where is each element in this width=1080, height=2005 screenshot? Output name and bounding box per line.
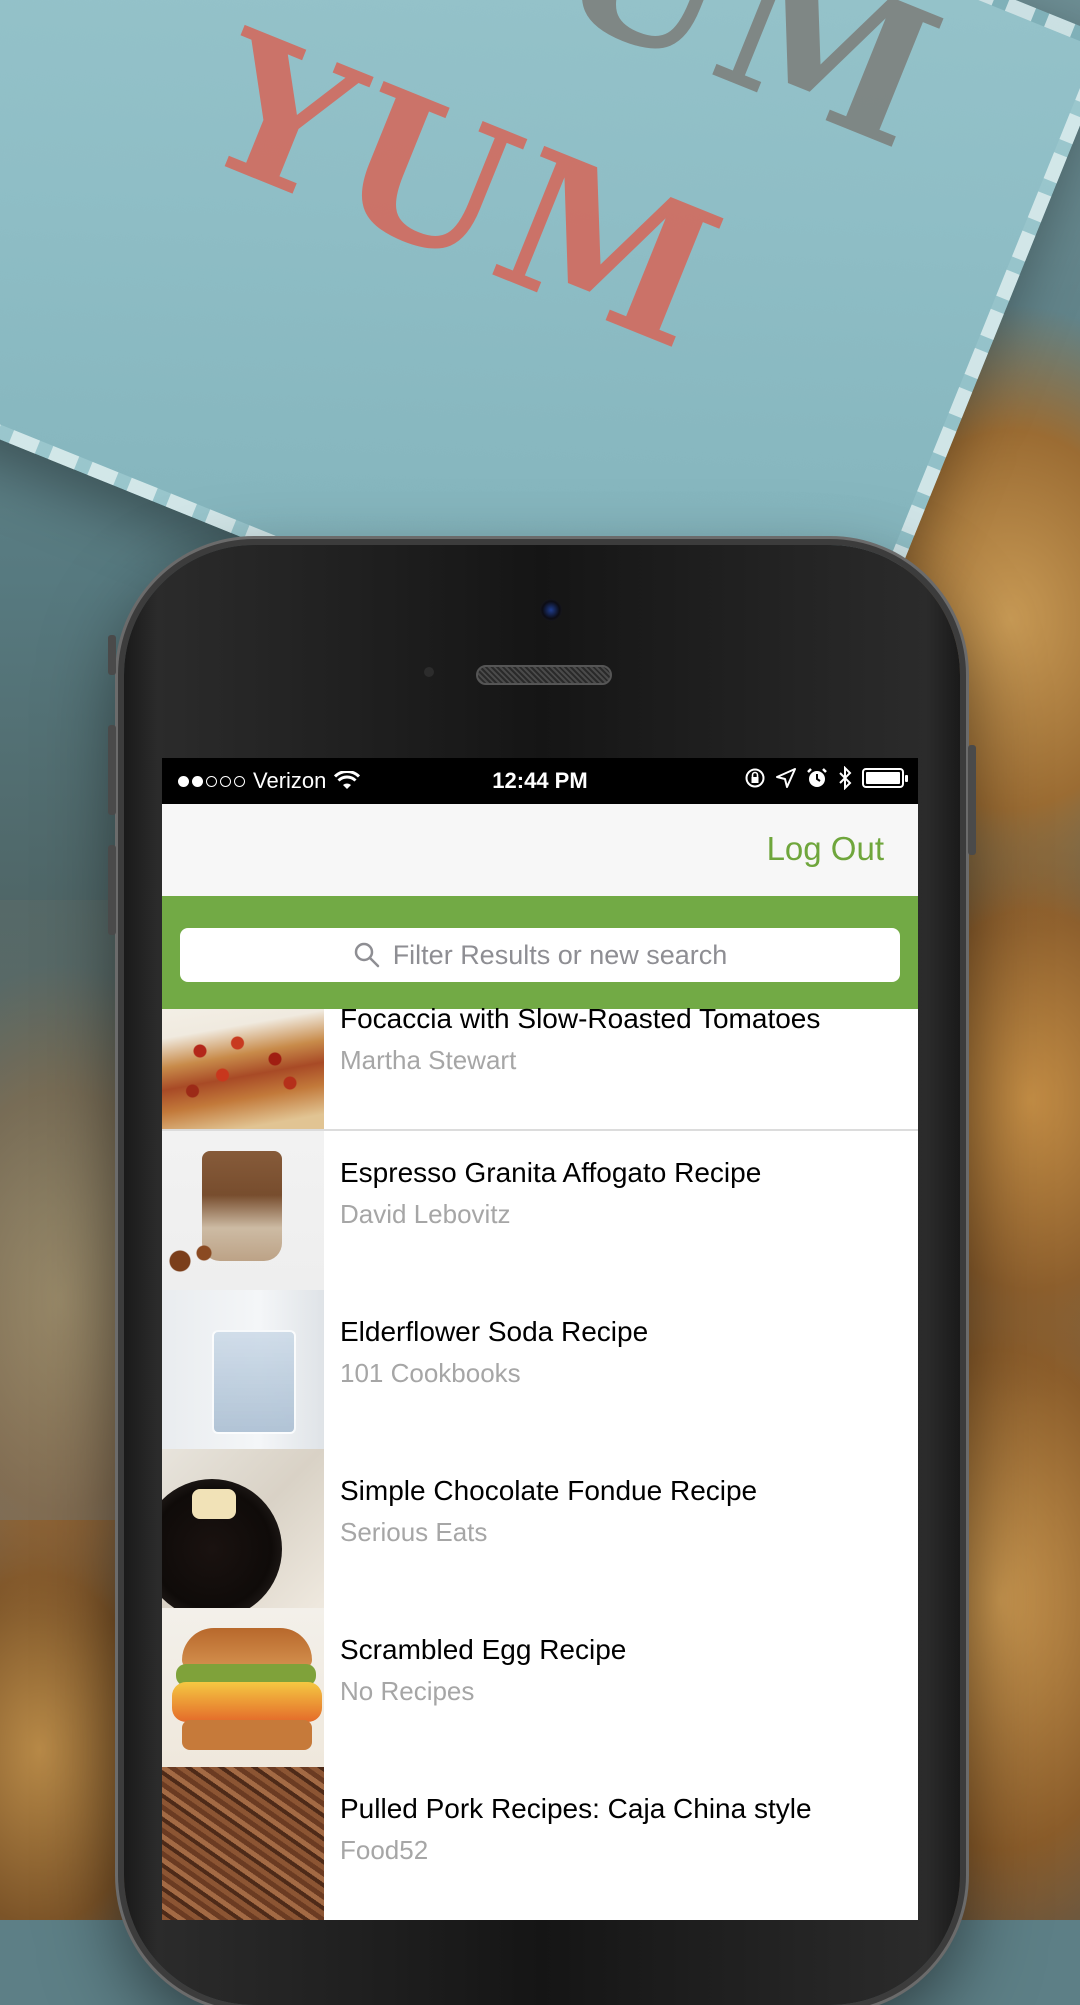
volume-up-button <box>108 725 116 815</box>
recipe-row[interactable]: Simple Chocolate Fondue Recipe Serious E… <box>162 1449 918 1610</box>
espresso-granita-thumbnail <box>162 1131 324 1290</box>
search-bar-container: Filter Results or new search <box>162 896 918 1014</box>
battery-fill <box>866 772 900 784</box>
recipe-source: 101 Cookbooks <box>340 1358 521 1388</box>
fondue-banana <box>192 1489 236 1519</box>
mute-switch <box>108 635 116 675</box>
navigation-bar: Log Out <box>162 804 918 897</box>
recipe-title: Focaccia with Slow-Roasted Tomatoes <box>340 1003 821 1034</box>
sandwich-bread-top <box>182 1628 312 1668</box>
sandwich-bread-bottom <box>182 1720 312 1750</box>
front-camera-icon <box>540 599 562 621</box>
recipe-row[interactable]: Pulled Pork Recipes: Caja China style Fo… <box>162 1767 918 1920</box>
power-button <box>968 745 976 855</box>
recipe-source: Serious Eats <box>340 1517 488 1547</box>
recipe-title: Simple Chocolate Fondue Recipe <box>340 1475 758 1506</box>
recipe-row[interactable]: Elderflower Soda Recipe 101 Cookbooks <box>162 1290 918 1451</box>
recipe-title: Elderflower Soda Recipe <box>340 1316 649 1347</box>
elderflower-soda-thumbnail <box>162 1290 324 1449</box>
status-right <box>744 766 908 790</box>
recipe-source: Martha Stewart <box>340 1045 517 1075</box>
bluetooth-icon <box>839 766 852 790</box>
location-arrow-icon <box>776 768 796 788</box>
alarm-clock-icon <box>807 768 827 787</box>
search-icon <box>354 942 379 968</box>
proximity-sensor <box>424 667 434 677</box>
soda-glass <box>212 1330 296 1434</box>
volume-down-button <box>108 845 116 935</box>
recipe-title: Scrambled Egg Recipe <box>340 1634 627 1665</box>
recipe-source: Food52 <box>340 1835 429 1865</box>
focaccia-thumbnail <box>162 1009 324 1129</box>
recipe-source: David Lebovitz <box>340 1199 511 1229</box>
recipe-title: Pulled Pork Recipes: Caja China style <box>340 1793 812 1824</box>
tomato-toppings <box>170 1027 320 1107</box>
recipe-title: Espresso Granita Affogato Recipe <box>340 1157 762 1188</box>
status-bar: Verizon 12:44 PM <box>162 758 918 804</box>
rotation-lock-icon <box>745 768 765 788</box>
battery-icon <box>862 768 908 788</box>
recipe-source: No Recipes <box>340 1676 475 1706</box>
earpiece-speaker <box>476 665 612 685</box>
recipe-row[interactable]: Focaccia with Slow-Roasted Tomatoes Mart… <box>162 1003 918 1131</box>
search-input[interactable]: Filter Results or new search <box>180 928 900 982</box>
pulled-pork-thumbnail <box>162 1767 324 1920</box>
granita-crumbs <box>162 1241 222 1281</box>
scrambled-egg-thumbnail <box>162 1608 324 1767</box>
phone-screen: Verizon 12:44 PM Log Out Filter Results … <box>162 758 918 1920</box>
recipe-row[interactable]: Espresso Granita Affogato Recipe David L… <box>162 1131 918 1292</box>
chocolate-fondue-thumbnail <box>162 1449 324 1608</box>
recipe-row[interactable]: Scrambled Egg Recipe No Recipes <box>162 1608 918 1769</box>
sandwich-egg <box>172 1682 322 1722</box>
search-placeholder: Filter Results or new search <box>392 939 728 970</box>
log-out-button[interactable]: Log Out <box>767 830 884 868</box>
